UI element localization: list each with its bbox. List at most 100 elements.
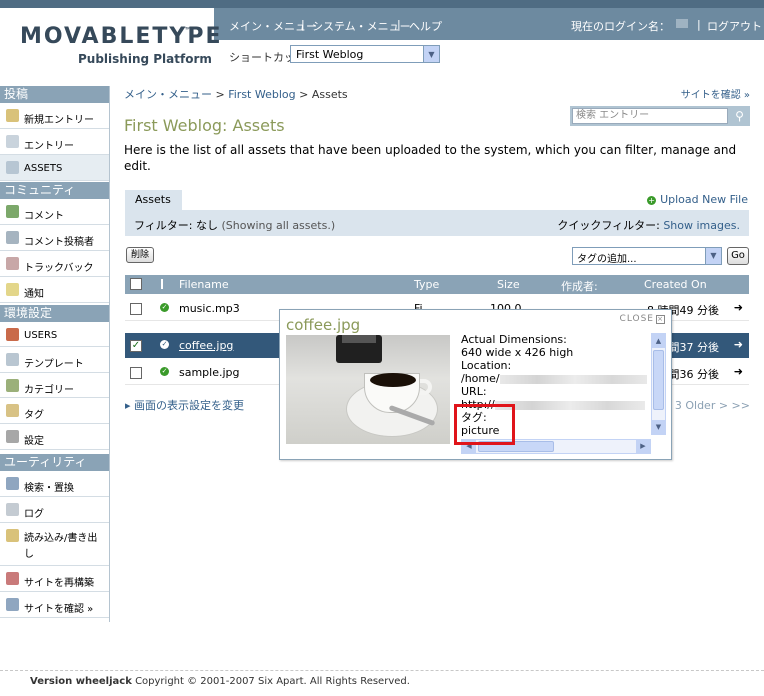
- nav-logout[interactable]: ログアウト: [707, 18, 762, 34]
- sidebar-item-label: テンプレート: [24, 359, 84, 370]
- quick-filter-show-images[interactable]: Show images.: [663, 219, 740, 232]
- sidebar-item-log[interactable]: ログ: [0, 497, 109, 523]
- sidebar-item-label: コメント: [24, 211, 64, 222]
- sidebar-item-entries[interactable]: エントリー: [0, 129, 109, 155]
- sidebar-item-users[interactable]: USERS: [0, 322, 109, 347]
- check-icon: ✓: [160, 303, 169, 312]
- arrow-right-icon[interactable]: ➜: [734, 338, 743, 351]
- delete-button[interactable]: 削除: [126, 247, 154, 263]
- nav-system-menu[interactable]: システム・メニュー: [312, 18, 411, 34]
- nav-separator: |: [397, 18, 401, 31]
- nav-separator: |: [697, 18, 701, 31]
- column-size[interactable]: Size: [497, 278, 520, 291]
- category-icon: [6, 379, 19, 392]
- footer-text: Version wheeljack Copyright © 2001-2007 …: [30, 676, 410, 687]
- logo[interactable]: MOVABLETYPE ™ Publishing Platform: [0, 8, 220, 68]
- meta-location-label: Location:: [461, 359, 512, 372]
- meta-dimensions-label: Actual Dimensions:: [461, 333, 567, 346]
- go-button[interactable]: Go: [727, 247, 749, 265]
- blog-select-value: First Weblog: [296, 48, 364, 61]
- column-created-on[interactable]: Created On: [644, 278, 707, 291]
- pager[interactable]: 3 Older > >>: [675, 399, 750, 412]
- sidebar-item-categories[interactable]: カテゴリー: [0, 373, 109, 398]
- popup-close-button[interactable]: CLOSE ×: [620, 314, 665, 324]
- metadata-vertical-scrollbar[interactable]: ▲ ▼: [651, 333, 666, 435]
- row-checkbox-checked[interactable]: ✓: [130, 340, 142, 352]
- page-description: Here is the list of all assets that have…: [124, 143, 737, 173]
- upload-new-file-link[interactable]: + Upload New File: [647, 193, 748, 206]
- search-input[interactable]: 検索 エントリー: [572, 108, 728, 124]
- thumbnail-coffee: [370, 373, 416, 387]
- tag-icon: [6, 404, 19, 417]
- sidebar-item-assets[interactable]: ASSETS: [0, 155, 109, 181]
- header: MOVABLETYPE ™ Publishing Platform メイン・メニ…: [0, 0, 764, 78]
- nav-help[interactable]: ヘルプ: [409, 18, 442, 34]
- pencil-icon: [6, 109, 19, 122]
- sidebar-item-rebuild[interactable]: サイトを再構築: [0, 566, 109, 592]
- sidebar-item-label: エントリー: [24, 141, 74, 152]
- row-checkbox[interactable]: [130, 367, 142, 379]
- row-filename[interactable]: coffee.jpg: [179, 339, 233, 352]
- footer: Version wheeljack Copyright © 2001-2007 …: [0, 670, 764, 696]
- sidebar-item-view-site[interactable]: サイトを確認 »: [0, 592, 109, 618]
- row-checkbox[interactable]: [130, 303, 142, 315]
- sidebar-item-label: 読み込み/書き出し: [24, 533, 98, 560]
- plus-icon: +: [647, 195, 657, 205]
- sidebar-item-label: 通知: [24, 289, 44, 300]
- blog-shortcut-select[interactable]: First Weblog ▼: [290, 45, 440, 63]
- page-title: First Weblog: Assets: [124, 116, 285, 135]
- filter-bar: フィルター: なし (Showing all assets.) クイックフィルタ…: [125, 210, 749, 236]
- tab-assets[interactable]: Assets: [125, 190, 182, 210]
- arrow-right-icon[interactable]: ➜: [734, 301, 743, 314]
- scroll-right-icon[interactable]: ▶: [636, 440, 650, 453]
- sidebar-item-commenters[interactable]: コメント投稿者: [0, 225, 109, 251]
- chevron-down-icon[interactable]: ▼: [705, 248, 721, 264]
- assets-icon: [6, 161, 19, 174]
- import-export-icon: [6, 529, 19, 542]
- logo-wordmark: MOVABLETYPE: [20, 24, 223, 49]
- sidebar-item-settings[interactable]: 設定: [0, 424, 109, 450]
- scroll-up-icon[interactable]: ▲: [652, 334, 665, 348]
- settings-icon: [6, 430, 19, 443]
- login-username-redacted: [676, 19, 688, 28]
- rebuild-icon: [6, 572, 19, 585]
- display-settings-link[interactable]: ▸ 画面の表示設定を変更: [125, 397, 244, 413]
- template-icon: [6, 353, 19, 366]
- sidebar-item-new-entry[interactable]: 新規エントリー: [0, 103, 109, 129]
- scroll-down-icon[interactable]: ▼: [652, 420, 665, 434]
- meta-location-value: /home/: [461, 372, 500, 385]
- breadcrumb-main-menu[interactable]: メイン・メニュー: [124, 88, 212, 101]
- sidebar-item-label: USERS: [24, 330, 58, 341]
- sidebar: 投稿 新規エントリー エントリー ASSETS コミュニティ コメント コメント…: [0, 86, 110, 622]
- triangle-right-icon: ▸: [125, 399, 135, 412]
- column-type[interactable]: Type: [414, 278, 439, 291]
- sidebar-item-import-export[interactable]: 読み込み/書き出し: [0, 523, 109, 566]
- column-author[interactable]: 作成者:: [561, 278, 598, 294]
- asset-thumbnail: [286, 335, 450, 444]
- filter-label[interactable]: フィルター: なし: [134, 219, 218, 232]
- column-filename[interactable]: Filename: [179, 278, 229, 291]
- trackback-icon: [6, 257, 19, 270]
- chevron-down-icon[interactable]: ▼: [423, 46, 439, 62]
- sidebar-item-templates[interactable]: テンプレート: [0, 347, 109, 373]
- sidebar-item-label: コメント投稿者: [24, 237, 94, 248]
- sidebar-item-comments[interactable]: コメント: [0, 199, 109, 225]
- scrollbar-thumb[interactable]: [653, 350, 664, 410]
- arrow-right-icon[interactable]: ➜: [734, 365, 743, 378]
- sidebar-item-label: タグ: [24, 410, 44, 421]
- search-icon[interactable]: ⚲: [731, 108, 748, 124]
- sidebar-item-search-replace[interactable]: 検索・置換: [0, 471, 109, 497]
- row-filename[interactable]: sample.jpg: [179, 366, 240, 379]
- sidebar-item-tags[interactable]: タグ: [0, 398, 109, 424]
- tag-action-select[interactable]: タグの追加... ▼: [572, 247, 722, 265]
- row-filename[interactable]: music.mp3: [179, 302, 240, 315]
- select-all-checkbox[interactable]: [130, 278, 142, 290]
- sidebar-item-trackbacks[interactable]: トラックバック: [0, 251, 109, 277]
- breadcrumb-blog[interactable]: First Weblog: [228, 88, 295, 101]
- sidebar-item-label: 検索・置換: [24, 483, 74, 494]
- sidebar-item-notifications[interactable]: 通知: [0, 277, 109, 303]
- view-site-link[interactable]: サイトを確認 »: [681, 86, 750, 101]
- document-icon: [6, 135, 19, 148]
- quick-filter: クイックフィルター: Show images.: [557, 217, 740, 233]
- sidebar-section-post: 投稿: [0, 86, 109, 103]
